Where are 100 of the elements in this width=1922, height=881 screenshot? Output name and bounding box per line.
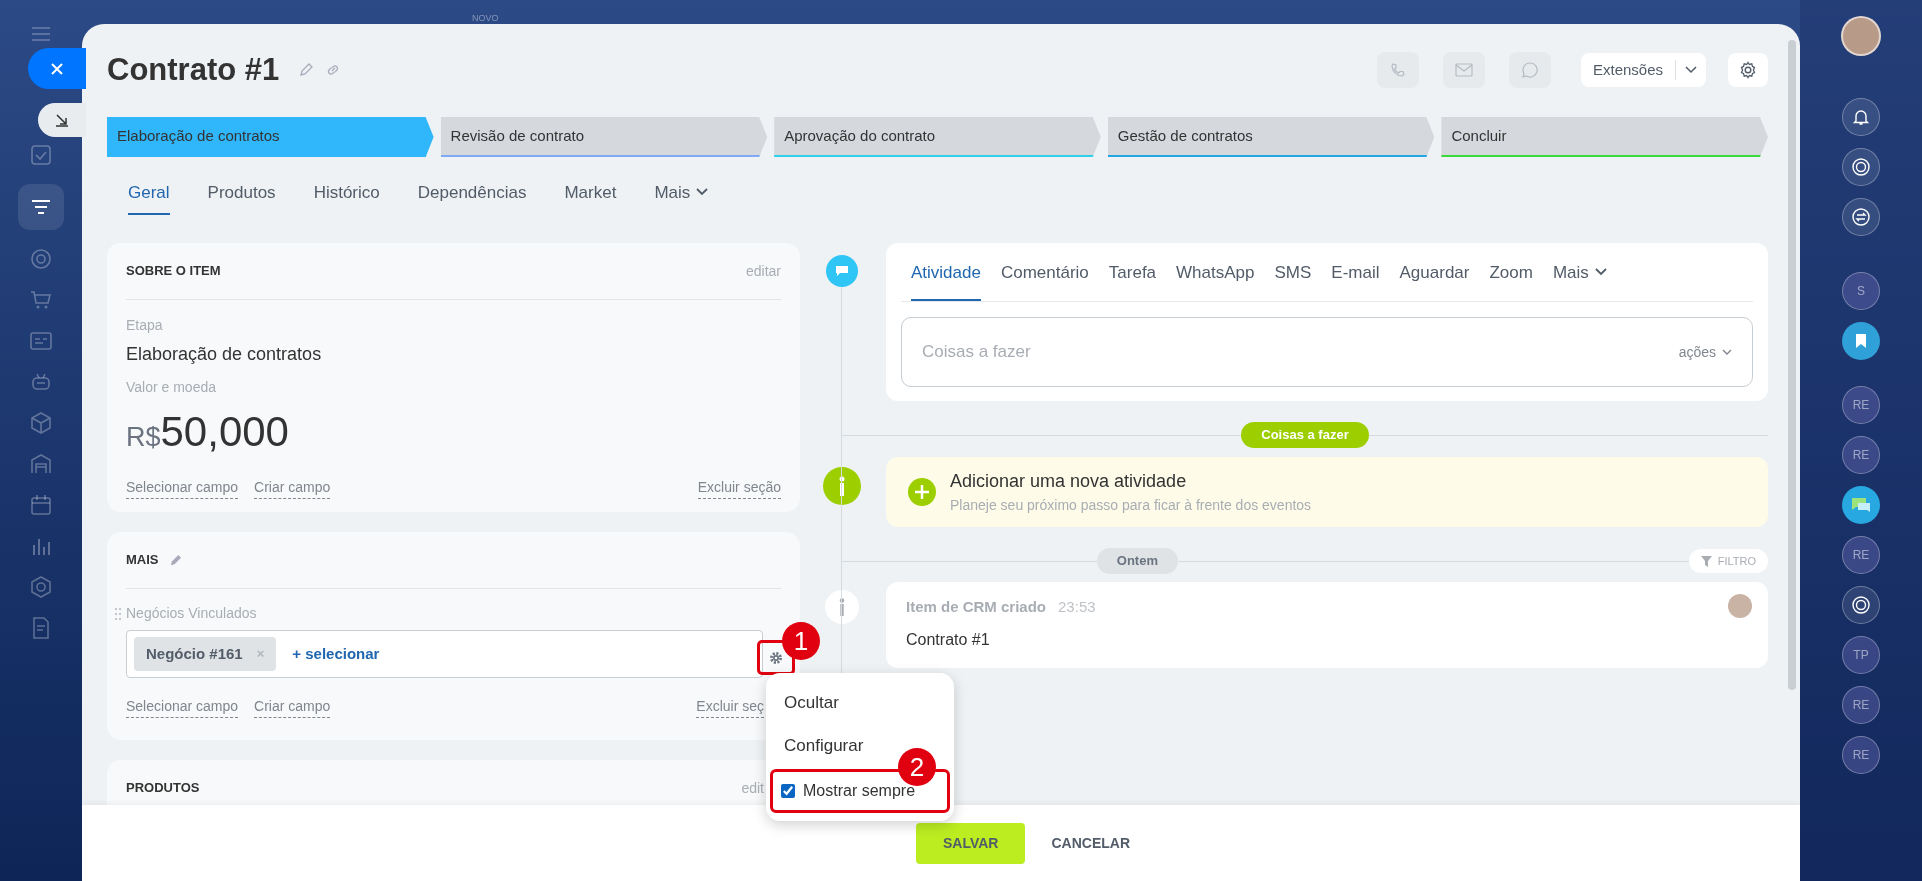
phone-icon [1389, 62, 1406, 78]
tab[interactable]: Market [564, 179, 617, 215]
amount-value: R$50,000 [126, 407, 290, 457]
todo-badge: Coisas a fazer [1241, 422, 1369, 448]
calendar-icon[interactable] [29, 493, 53, 517]
activity-tab[interactable]: Zoom [1489, 259, 1533, 301]
add-activity-card[interactable]: Adicionar uma nova atividade Planeje seu próximo passo para ficar à frente dos eventos [886, 457, 1768, 527]
close-button[interactable] [28, 48, 86, 89]
avatar [1728, 594, 1752, 618]
checkbox-icon[interactable] [29, 143, 53, 167]
pencil-icon[interactable] [168, 553, 182, 567]
user-avatar[interactable]: RE [1842, 736, 1880, 774]
menu-label: NOVO [472, 12, 499, 25]
entry-text: Contrato #1 [906, 629, 991, 650]
scrollbar[interactable] [1788, 40, 1796, 690]
stage-step[interactable]: Gestão de contratos [1107, 117, 1435, 157]
activity-tab[interactable]: Tarefa [1108, 259, 1157, 301]
swap-icon[interactable] [1851, 207, 1871, 227]
settings-icon [1739, 61, 1757, 79]
chevron-down-icon [1722, 349, 1732, 355]
user-avatar[interactable]: S [1842, 272, 1880, 310]
add-activity-hint: Planeje seu próximo passo para ficar à frente dos eventos [950, 496, 1312, 515]
add-activity-title: Adicionar uma nova atividade [950, 470, 1188, 493]
arrow-down-right-icon [55, 113, 69, 127]
entry-time: 23:53 [1058, 597, 1096, 617]
drag-handle-icon[interactable] [114, 606, 122, 621]
user-avatar[interactable]: TP [1842, 636, 1880, 674]
todo-input[interactable]: Coisas a fazer ações [901, 317, 1753, 387]
settings-button[interactable] [1728, 53, 1768, 87]
cancel-button[interactable]: CANCELAR [1045, 832, 1136, 854]
field-link[interactable]: Criar campo [254, 477, 331, 499]
pencil-icon[interactable] [299, 63, 314, 77]
bookmark-icon[interactable] [1855, 333, 1867, 349]
delete-section-link[interactable]: Excluir seção [697, 477, 781, 499]
field-label: Negócios Vinculados [126, 604, 257, 623]
settings-icon[interactable] [769, 650, 783, 665]
activity-tab[interactable]: Comentário [1000, 259, 1089, 301]
info-icon [825, 590, 859, 624]
cube-icon[interactable] [29, 411, 53, 435]
save-button[interactable]: SALVAR [915, 822, 1026, 864]
chat-icon [1520, 61, 1539, 79]
tab[interactable]: Dependências [417, 179, 527, 215]
field-label: Etapa [126, 316, 164, 335]
field-link[interactable]: Selecionar campo [126, 696, 239, 718]
field-link[interactable]: Criar campo [254, 696, 331, 718]
entry-title: Item de CRM criado [906, 597, 1047, 617]
menu-item[interactable]: Configurar [774, 724, 874, 767]
activity-tab[interactable]: E-mail [1331, 259, 1380, 301]
mail-button[interactable] [1442, 52, 1485, 88]
activity-tab[interactable]: Mais [1552, 259, 1607, 301]
delete-section-link[interactable]: Excluir seç [696, 696, 764, 718]
phone-button[interactable] [1376, 52, 1419, 88]
menu-item[interactable]: Ocultar [774, 681, 849, 724]
activity-tab[interactable]: Aguardar [1399, 259, 1470, 301]
activity-tab[interactable]: WhatsApp [1176, 259, 1255, 301]
select-link[interactable]: + selecionar [292, 642, 380, 666]
section-title: PRODUTOS [126, 779, 200, 798]
spiral-icon[interactable] [1851, 595, 1871, 615]
activity-tab[interactable]: SMS [1274, 259, 1312, 301]
minimize-button[interactable] [38, 103, 86, 137]
section-title: SOBRE O ITEM [126, 262, 221, 281]
window-title: Contrato #1 [107, 50, 280, 89]
activity-tab[interactable]: Atividade [911, 259, 981, 301]
user-avatar[interactable]: RE [1842, 686, 1880, 724]
stage-step[interactable]: Revisão de contrato [440, 117, 768, 157]
user-avatar[interactable]: RE [1842, 436, 1880, 474]
field-label: Valor e moeda [126, 378, 217, 397]
extensions-dropdown[interactable]: Extensões [1580, 53, 1706, 87]
close-icon [50, 61, 64, 76]
chevron-down-icon [696, 188, 709, 197]
target-icon[interactable] [29, 247, 53, 271]
garage-icon[interactable] [29, 452, 53, 476]
chat-icon[interactable] [1850, 496, 1872, 514]
linked-deals-field[interactable]: Negócio #161 × + selecionar [126, 630, 763, 678]
user-avatar[interactable]: RE [1842, 536, 1880, 574]
tab[interactable]: Geral [128, 179, 170, 215]
day-badge: Ontem [1096, 548, 1178, 574]
bell-icon[interactable] [1852, 108, 1870, 126]
hexagon-icon[interactable] [29, 575, 53, 599]
user-avatar[interactable]: RE [1842, 386, 1880, 424]
chat-bubble-icon [826, 255, 858, 287]
tab[interactable]: Histórico [313, 179, 380, 215]
stage-step[interactable]: Aprovação do contrato [774, 117, 1101, 157]
field-value: Elaboração de contratos [126, 343, 323, 366]
chevron-down-icon [1594, 268, 1607, 277]
spiral-icon[interactable] [1851, 157, 1871, 177]
section-title: MAIS [126, 551, 159, 570]
id-card-icon[interactable] [29, 329, 53, 353]
field-link[interactable]: Selecionar campo [126, 477, 239, 499]
checkbox[interactable] [781, 784, 795, 798]
stage-step[interactable]: Concluir [1441, 117, 1768, 157]
plus-icon [908, 478, 936, 506]
tab[interactable]: Mais [654, 179, 709, 215]
stage-step[interactable]: Elaboração de contratos [107, 117, 434, 157]
tab[interactable]: Produtos [207, 179, 276, 215]
callout-badge: 1 [782, 622, 820, 660]
deal-tag[interactable]: Negócio #161 × [134, 637, 277, 671]
avatar[interactable] [1841, 16, 1881, 56]
chat-button[interactable] [1508, 52, 1551, 88]
actions-dropdown[interactable]: ações [1678, 341, 1732, 363]
